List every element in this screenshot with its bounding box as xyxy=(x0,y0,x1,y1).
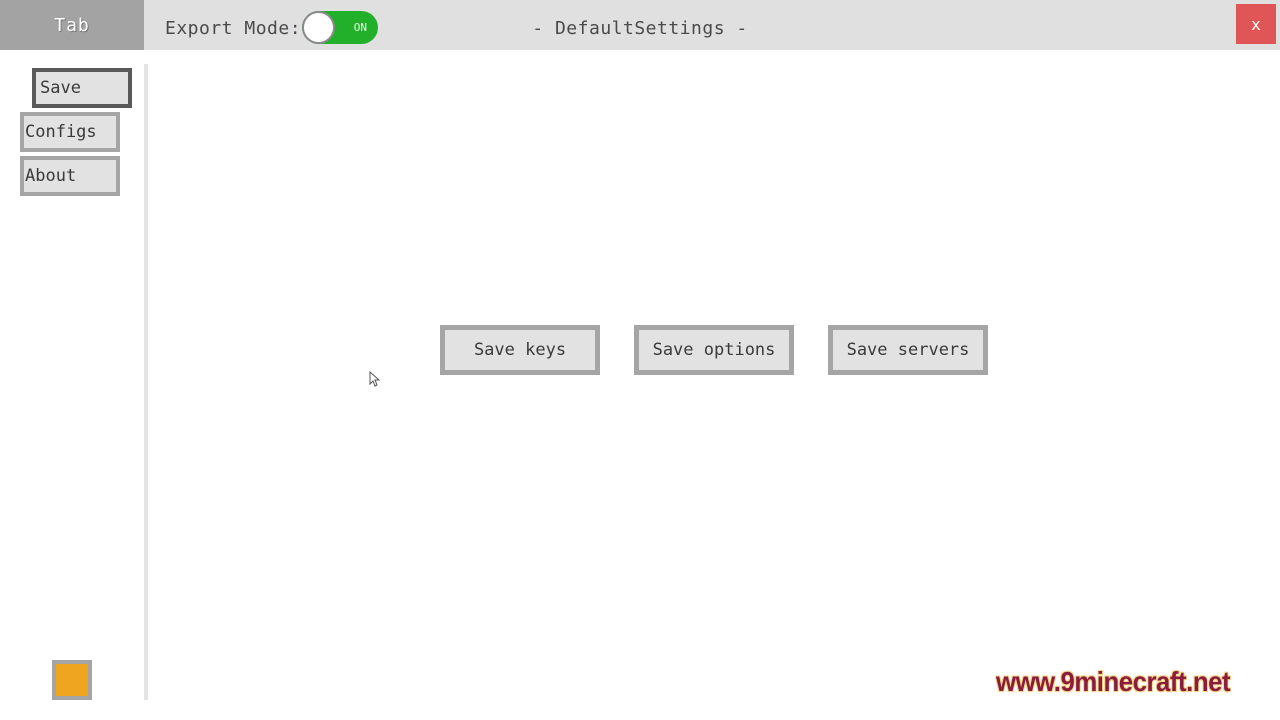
sidebar-item-label: Save xyxy=(40,78,81,98)
toggle-state-label: ON xyxy=(353,21,367,34)
sidebar-item-label: About xyxy=(25,166,77,186)
sidebar-item-label: Configs xyxy=(25,122,97,142)
save-options-button[interactable]: Save options xyxy=(634,325,794,375)
sidebar-item-configs[interactable]: Configs xyxy=(20,112,120,152)
mouse-cursor-icon xyxy=(369,371,381,387)
sidebar-item-about[interactable]: About xyxy=(20,156,120,196)
watermark: www.9minecraft.net xyxy=(996,666,1231,697)
export-mode-label: Export Mode: xyxy=(165,17,302,39)
color-swatch[interactable] xyxy=(52,660,92,700)
sidebar-divider xyxy=(144,64,148,700)
toggle-knob[interactable] xyxy=(302,11,335,44)
tab-button[interactable]: Tab xyxy=(0,0,144,50)
close-button[interactable]: x xyxy=(1236,4,1276,44)
tab-button-label: Tab xyxy=(54,14,90,36)
save-servers-button[interactable]: Save servers xyxy=(828,325,988,375)
save-keys-button[interactable]: Save keys xyxy=(440,325,600,375)
save-keys-label: Save keys xyxy=(473,340,567,360)
save-servers-label: Save servers xyxy=(846,340,970,360)
save-options-label: Save options xyxy=(652,340,776,360)
close-icon: x xyxy=(1251,14,1261,34)
sidebar-item-save[interactable]: Save xyxy=(32,68,132,108)
export-mode-toggle[interactable]: ON xyxy=(302,11,378,44)
